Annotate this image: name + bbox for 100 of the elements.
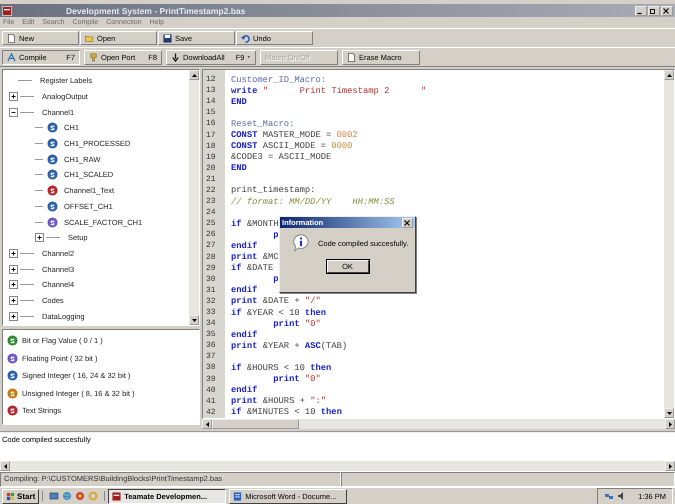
line-number: 12 [205,75,217,84]
line-number: 22 [205,186,217,195]
horizontal-scrollbar[interactable] [202,419,675,429]
line-number: 32 [205,296,217,306]
data-type-icon [47,200,58,212]
code-line: endif [231,330,258,340]
data-type-icon [7,388,18,399]
code-line: print_timestamp: [231,185,316,196]
expand-icon[interactable] [9,248,18,258]
expand-icon[interactable] [9,296,18,305]
plug-icon [89,52,98,62]
code-line: endif [231,285,258,296]
line-number: 37 [205,352,217,362]
code-line: print "0" [272,318,321,329]
data-type-icon [47,122,58,134]
code-line: endif [231,240,258,251]
expand-icon[interactable] [9,92,18,102]
expand-icon[interactable] [9,280,18,290]
line-number: 25 [205,219,217,228]
code-line: print &DATE + "/" [231,296,321,306]
close-icon [662,6,670,14]
line-number: 15 [205,108,217,118]
page-icon [347,52,356,62]
start-button[interactable]: Start [2,488,40,504]
vertical-scrollbar[interactable] [189,70,199,325]
code-line: Customer_ID_Macro: [231,74,326,85]
close-button[interactable] [661,6,673,16]
down-arrow-icon[interactable] [666,410,672,416]
data-type-icon [47,154,58,165]
code-line: endif [231,385,258,396]
line-number: 20 [205,164,217,173]
line-number: 29 [205,264,217,273]
restore-button[interactable] [648,6,660,16]
line-number: 42 [205,408,217,417]
line-number: 41 [205,396,217,406]
line-number: 36 [205,341,217,350]
circle-icon[interactable] [75,491,86,501]
line-number: 14 [205,97,217,106]
code-line: write " Print Timestamp 2 " [231,86,426,96]
app-icon [2,6,12,16]
vertical-scrollbar[interactable] [664,70,674,418]
left-arrow-icon[interactable] [2,462,8,470]
line-number: 35 [205,330,217,340]
save-icon [163,34,172,42]
line-number: 38 [205,363,217,372]
down-arrow-icon [171,52,180,62]
data-type-icon [47,216,58,228]
close-button[interactable] [402,218,413,228]
code-line: // format: MM/DD/YY HH:MM:SS [231,196,395,207]
line-number: 27 [205,241,217,250]
line-number: 40 [205,386,217,395]
right-arrow-icon[interactable] [666,420,674,428]
code-line: print &YEAR + ASC(TAB) [231,340,348,351]
line-number: 17 [205,130,217,140]
line-number: 18 [205,142,217,151]
data-type-icon [7,370,18,382]
horizontal-scrollbar[interactable] [0,461,675,471]
expand-icon[interactable] [35,233,44,242]
desktop-icon[interactable] [49,491,60,501]
network-icon[interactable] [604,491,614,501]
code-line: if &MONTH [231,218,279,229]
window-title: Development System - PrintTimestamp2.bas [66,6,246,16]
folder-icon [85,34,94,42]
line-number: 31 [205,286,217,295]
code-line: &CODE3 = ASCII_MODE [231,152,332,162]
code-line: if &HOURS < 10 then [231,362,332,373]
code-line: print &MC [231,252,279,262]
undo-icon [241,34,250,42]
minimize-button[interactable] [635,6,647,16]
down-arrow-icon[interactable] [190,316,198,324]
line-number: 34 [205,319,217,328]
code-line: END [231,163,247,174]
line-number: 30 [205,274,217,284]
expand-icon[interactable] [9,264,18,274]
collapse-icon[interactable] [9,108,18,117]
code-editor[interactable] [203,70,664,418]
up-arrow-icon[interactable] [190,72,198,78]
line-number: 24 [205,208,217,218]
code-line: CONST MASTER_MODE = 0002 [231,130,358,140]
line-number: 28 [205,252,217,262]
line-number: 33 [205,308,217,318]
data-type-icon [47,185,58,196]
app-icon [112,492,122,500]
line-number: 19 [205,152,217,162]
data-type-icon [47,138,58,150]
document-icon [233,492,242,500]
windows-flag-icon [6,492,15,500]
line-number: 39 [205,374,217,384]
right-arrow-icon[interactable] [666,462,674,470]
expand-icon[interactable] [9,312,18,321]
line-number: 16 [205,119,217,128]
line-number: 26 [205,230,217,240]
data-type-icon [7,335,18,346]
code-line: print "0" [272,374,321,384]
left-arrow-icon[interactable] [204,420,210,428]
up-arrow-icon[interactable] [666,72,672,78]
data-type-icon [47,169,58,180]
data-type-icon [7,405,18,416]
line-number: 13 [205,86,217,96]
code-line: if &DATE [231,263,274,274]
